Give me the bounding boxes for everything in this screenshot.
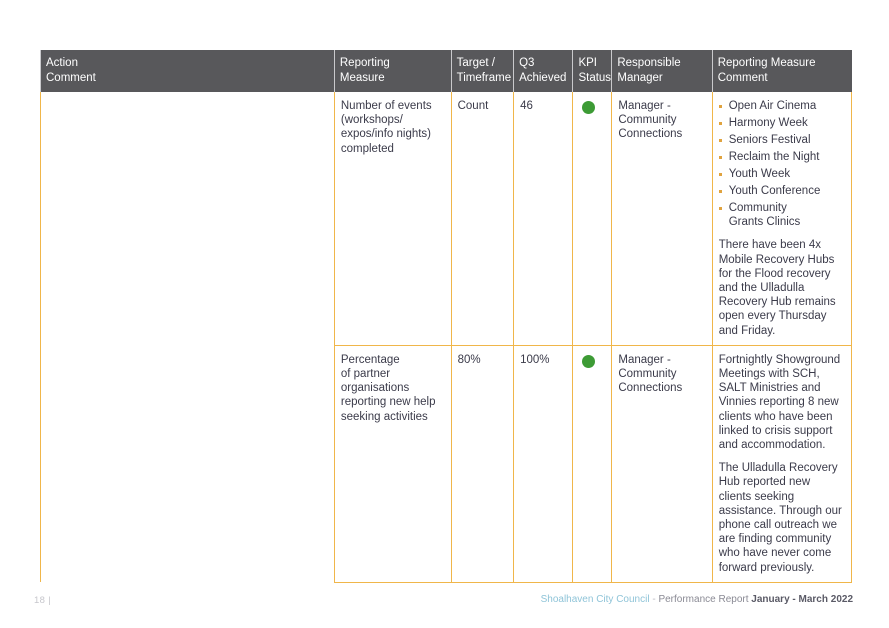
column-header-target: Target / Timeframe [450, 50, 514, 92]
list-item: Open Air Cinema [718, 99, 845, 113]
cell-q3-achieved: 46 [513, 92, 573, 346]
comment-paragraph: Fortnightly Showground Meetings with SCH… [718, 353, 841, 452]
list-item: Youth Conference [718, 184, 845, 198]
footer-report-label: Performance Report [658, 594, 749, 605]
comment-paragraph: The Ulladulla Recovery Hub reported new … [718, 462, 842, 574]
comment-bullet-list: Open Air Cinema Harmony Week Seniors Fes… [718, 99, 845, 229]
column-header-comment: Reporting Measure Comment [711, 50, 852, 92]
reporting-measure-text: Number of events (workshops/ expos/info … [340, 100, 432, 155]
status-green-dot-icon [582, 354, 596, 368]
cell-action-comment [40, 92, 335, 583]
cell-reporting-measure: Percentage of partner organisations repo… [333, 345, 452, 583]
column-header-action: Action Comment [40, 50, 335, 92]
cell-q3-achieved: 100% [513, 345, 573, 583]
report-page: Action Comment Reporting Measure Target … [0, 0, 889, 628]
q3-achieved-text: 100% [520, 353, 550, 366]
comment-paragraph: There have been 4x Mobile Recovery Hubs … [718, 239, 836, 337]
list-item: Community Grants Clinics [718, 201, 845, 229]
performance-table: Action Comment Reporting Measure Target … [40, 50, 853, 583]
page-number: 18 | [34, 595, 51, 606]
cell-reporting-measure-comment: Fortnightly Showground Meetings with SCH… [711, 345, 853, 583]
table-header-row: Action Comment Reporting Measure Target … [40, 50, 852, 92]
cell-responsible-manager: Manager - Community Connections [611, 345, 713, 583]
responsible-manager-text: Manager - Community Connections [618, 100, 683, 141]
column-header-manager: Responsible Manager [611, 50, 713, 92]
status-green-dot-icon [582, 101, 596, 114]
cell-kpi-status [572, 92, 612, 346]
cell-responsible-manager: Manager - Community Connections [611, 92, 713, 346]
q3-achieved-text: 46 [520, 100, 533, 112]
list-item: Reclaim the Night [718, 150, 845, 164]
column-header-achieved: Q3 Achieved [513, 50, 573, 92]
target-timeframe-text: Count [457, 100, 489, 112]
reporting-measure-text: Percentage of partner organisations repo… [340, 353, 436, 423]
performance-table-container: Action Comment Reporting Measure Target … [40, 50, 853, 583]
column-header-kpi: KPI Status [572, 50, 612, 92]
table-body: Number of events (workshops/ expos/info … [40, 92, 853, 583]
list-item: Harmony Week [718, 116, 845, 130]
table-header: Action Comment Reporting Measure Target … [40, 50, 852, 92]
cell-target-timeframe: 80% [450, 345, 514, 583]
footer-period: January - March 2022 [751, 594, 853, 605]
cell-reporting-measure-comment: Open Air Cinema Harmony Week Seniors Fes… [711, 92, 853, 346]
target-timeframe-text: 80% [457, 353, 481, 366]
column-header-measure: Reporting Measure [333, 50, 452, 92]
list-item: Seniors Festival [718, 133, 845, 147]
cell-reporting-measure: Number of events (workshops/ expos/info … [333, 92, 452, 346]
table-row: Number of events (workshops/ expos/info … [40, 92, 853, 583]
page-number-separator: | [48, 595, 52, 606]
page-number-value: 18 [34, 595, 46, 606]
footer-note: Shoalhaven City Council - Performance Re… [541, 594, 853, 605]
footer-council-name: Shoalhaven City Council [540, 594, 650, 605]
list-item: Youth Week [718, 167, 845, 181]
footer-separator: - [652, 594, 656, 605]
cell-target-timeframe: Count [450, 92, 514, 346]
cell-kpi-status [572, 345, 612, 583]
page-footer: 18 | Shoalhaven City Council - Performan… [0, 594, 889, 610]
responsible-manager-text: Manager - Community Connections [618, 353, 683, 395]
